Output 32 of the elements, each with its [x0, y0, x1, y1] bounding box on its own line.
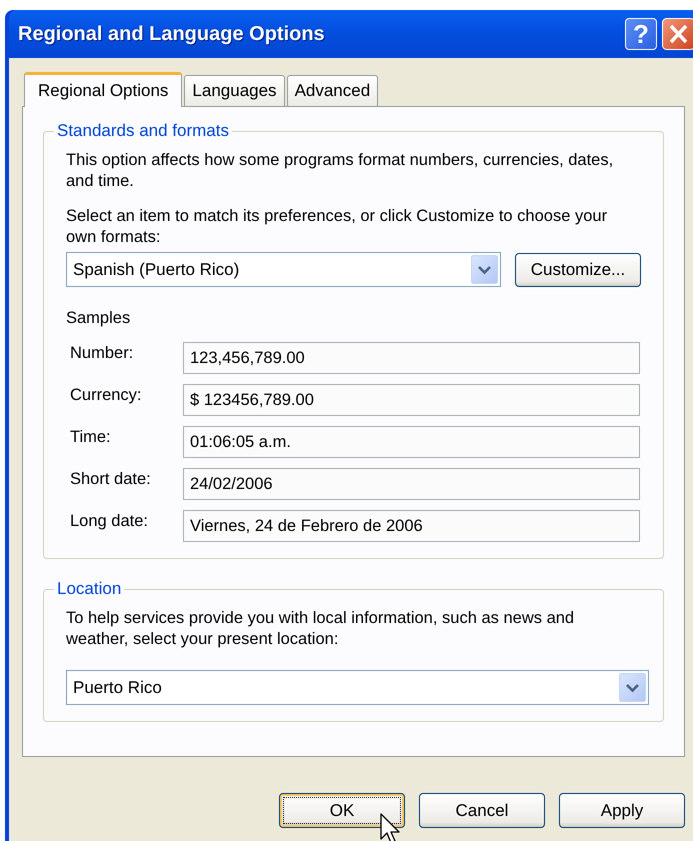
sample-field: Viernes, 24 de Febrero de 2006: [183, 510, 640, 542]
field-label: Time:: [70, 427, 112, 447]
tab[interactable]: Regional Options: [24, 72, 182, 107]
dropdown-button[interactable]: [619, 673, 646, 702]
samples-label: Samples: [66, 309, 132, 328]
dialog-button[interactable]: Cancel: [419, 793, 545, 828]
field-label: Long date:: [70, 511, 149, 531]
window-title: Regional and Language Options: [18, 22, 326, 46]
sample-field: 123,456,789.00: [183, 342, 640, 374]
sample-field: 01:06:05 a.m.: [183, 426, 640, 458]
location-dropdown[interactable]: Puerto Rico: [66, 670, 649, 705]
description-text: To help services provide you with local information, such as news and weather, select your present location:: [66, 608, 576, 650]
close-button[interactable]: [662, 18, 693, 50]
dialog-button[interactable]: OK: [279, 793, 405, 828]
help-button[interactable]: ?: [625, 18, 657, 50]
field-label: Short date:: [70, 469, 152, 489]
format-dropdown[interactable]: Spanish (Puerto Rico): [66, 252, 501, 287]
tab[interactable]: Languages: [184, 75, 285, 106]
field-label: Currency:: [70, 385, 143, 405]
description-text: This option affects how some programs format numbers, currencies, dates, and time.: [66, 150, 614, 192]
sample-field: $ 123456,789.00: [183, 384, 640, 416]
field-label: Number:: [70, 343, 134, 363]
instruction-text: Select an item to match its preferences, or click Customize to choose your own formats:: [66, 206, 608, 248]
group-label: Location: [57, 579, 122, 598]
customize-button[interactable]: Customize...: [515, 252, 641, 286]
dropdown-value: Puerto Rico: [73, 678, 162, 698]
dialog-button[interactable]: Apply: [559, 793, 685, 828]
dropdown-button[interactable]: [471, 255, 498, 284]
tab[interactable]: Advanced: [286, 75, 378, 106]
dropdown-value: Spanish (Puerto Rico): [73, 260, 240, 280]
group-label: Standards and formats: [57, 121, 229, 140]
sample-field: 24/02/2006: [183, 468, 640, 500]
